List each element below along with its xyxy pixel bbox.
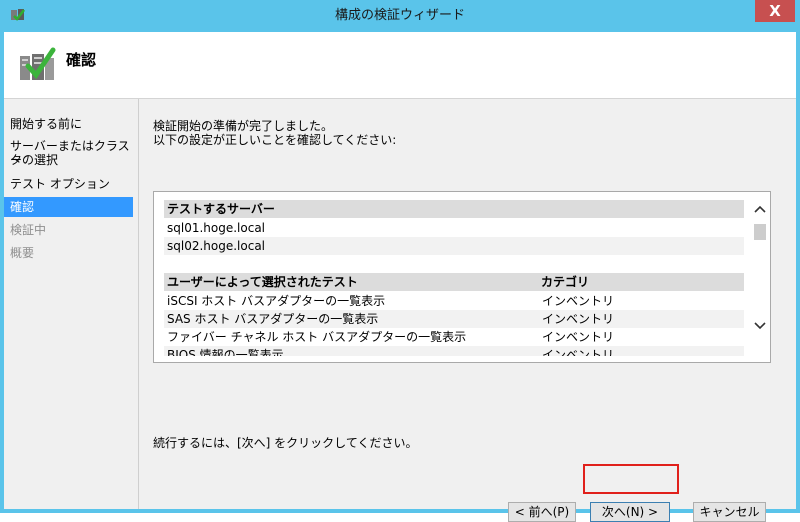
test-name: ファイバー チャネル ホスト バスアダプターの一覧表示 — [167, 330, 467, 344]
test-category: インベントリ — [542, 348, 615, 356]
servers-header-label: テストするサーバー — [167, 202, 275, 216]
main-panel: 検証開始の準備が完了しました。 以下の設定が正しいことを確認してください: テス… — [138, 99, 796, 522]
next-button-highlight — [583, 464, 679, 494]
list-item: sql01.hoge.local — [164, 219, 744, 237]
list-item: sql02.hoge.local — [164, 237, 744, 255]
confirmation-list[interactable]: テストするサーバー sql01.hoge.local sql02.hoge.lo… — [153, 191, 771, 363]
back-button[interactable]: < 前へ(P) — [508, 502, 576, 522]
nav-item-summary: 概要 — [10, 246, 35, 260]
nav-item-before-you-begin: 開始する前に — [10, 117, 83, 131]
cancel-button[interactable]: キャンセル — [693, 502, 766, 522]
category-header-label: カテゴリ — [541, 275, 590, 289]
chevron-down-icon[interactable] — [752, 319, 768, 335]
vertical-scrollbar[interactable] — [750, 192, 770, 362]
intro-text: 検証開始の準備が完了しました。 以下の設定が正しいことを確認してください: — [153, 119, 396, 147]
servers-group-header: テストするサーバー — [164, 200, 744, 218]
intro-line-1: 検証開始の準備が完了しました。 — [153, 119, 334, 133]
table-row: BIOS 情報の一覧表示 インベントリ — [164, 346, 744, 356]
continue-instruction: 続行するには、[次へ] をクリックしてください。 — [153, 436, 418, 450]
test-name: iSCSI ホスト バスアダプターの一覧表示 — [167, 294, 386, 308]
nav-item-validating: 検証中 — [10, 223, 47, 237]
table-row: ファイバー チャネル ホスト バスアダプターの一覧表示 インベントリ — [164, 328, 744, 346]
nav-item-confirmation: 確認 — [4, 197, 133, 217]
scroll-thumb[interactable] — [754, 224, 766, 240]
test-name: BIOS 情報の一覧表示 — [167, 348, 284, 356]
tests-group-header: ユーザーによって選択されたテスト カテゴリ — [164, 273, 744, 291]
test-category: インベントリ — [542, 294, 615, 308]
test-category: インベントリ — [542, 330, 615, 344]
table-row: iSCSI ホスト バスアダプターの一覧表示 インベントリ — [164, 292, 744, 310]
server-name: sql02.hoge.local — [167, 239, 266, 253]
nav-item-select-servers-line2: ーの選択 — [10, 153, 59, 167]
intro-line-2: 以下の設定が正しいことを確認してください: — [153, 133, 397, 147]
confirmation-list-content: テストするサーバー sql01.hoge.local sql02.hoge.lo… — [164, 200, 744, 356]
wizard-window: 構成の検証ウィザード X 確認 開始する前に サーバーまたはクラスタ ーの選択 … — [0, 0, 800, 522]
nav-item-test-options: テスト オプション — [10, 177, 110, 191]
next-button[interactable]: 次へ(N) > — [590, 502, 670, 522]
table-row: SAS ホスト バスアダプターの一覧表示 インベントリ — [164, 310, 744, 328]
close-icon: X — [769, 2, 781, 20]
client-area: 確認 開始する前に サーバーまたはクラスタ ーの選択 テスト オプション 確認 … — [4, 32, 796, 522]
server-check-icon — [20, 47, 56, 80]
server-name: sql01.hoge.local — [167, 221, 266, 235]
close-button[interactable]: X — [755, 0, 795, 22]
page-header: 確認 — [4, 32, 796, 99]
page-title: 確認 — [66, 51, 97, 69]
tests-header-label: ユーザーによって選択されたテスト — [167, 275, 358, 289]
test-name: SAS ホスト バスアダプターの一覧表示 — [167, 312, 379, 326]
window-title: 構成の検証ウィザード — [334, 8, 465, 23]
wizard-steps-nav: 開始する前に サーバーまたはクラスタ ーの選択 テスト オプション 確認 検証中… — [4, 99, 138, 509]
chevron-up-icon[interactable] — [752, 202, 768, 218]
test-category: インベントリ — [542, 312, 615, 326]
title-bar[interactable]: 構成の検証ウィザード X — [0, 0, 800, 32]
